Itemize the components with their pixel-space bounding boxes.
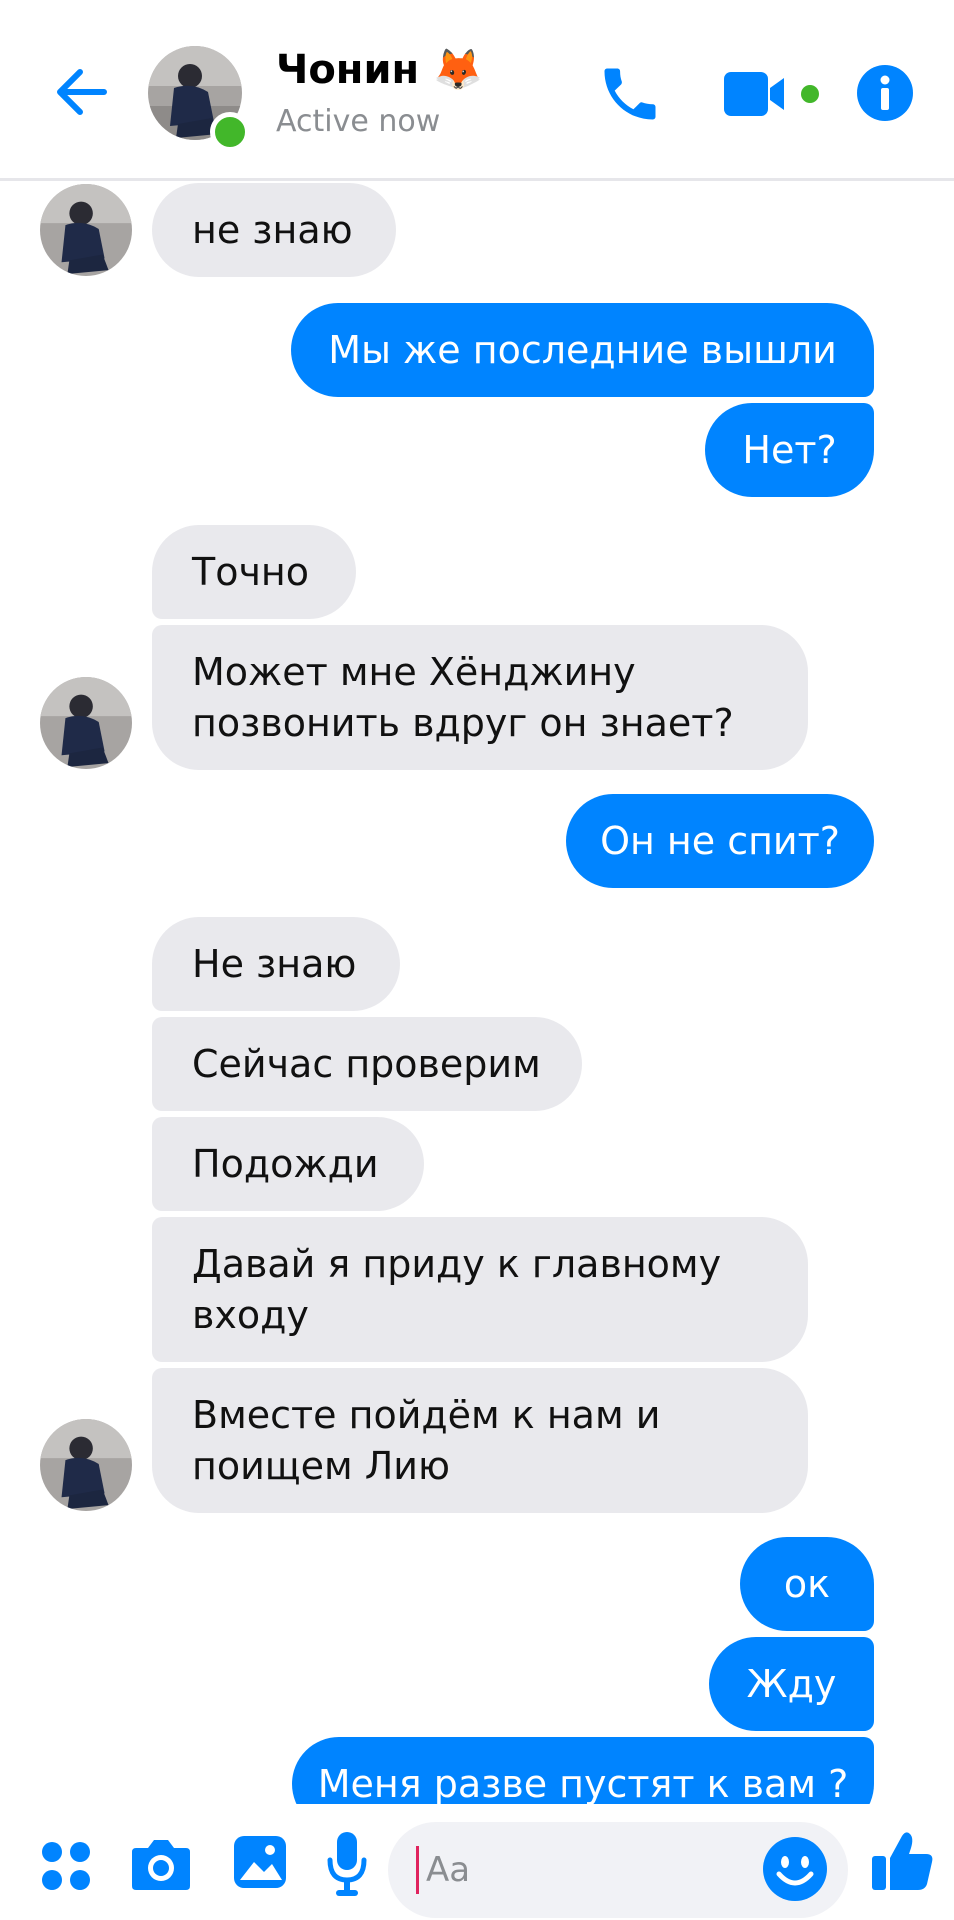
message-bubble-incoming[interactable]: Подожди [152,1117,424,1211]
microphone-icon [327,1832,367,1896]
message-bubble-outgoing[interactable]: Мы же последние вышли [291,303,874,397]
sender-avatar[interactable] [40,1419,132,1511]
more-actions-button[interactable] [40,1840,92,1892]
emoji-icon [763,1837,827,1901]
like-button[interactable] [870,1828,936,1894]
text-cursor [416,1846,419,1894]
message-bubble-incoming[interactable]: Может мне Хёнджину позвонить вдруг он зн… [152,625,808,770]
message-composer: Aa [0,1804,954,1920]
phone-icon [604,68,656,120]
thumbs-up-icon [872,1832,933,1890]
online-status-dot [210,112,250,152]
sender-avatar[interactable] [40,677,132,769]
message-line: Может мне Хёнджину [192,649,636,694]
contact-name[interactable]: Чонин 🦊 [276,46,483,93]
video-call-button[interactable] [722,66,826,122]
sender-avatar[interactable] [40,184,132,276]
camera-icon [132,1840,190,1890]
message-bubble-incoming[interactable]: не знаю [152,183,396,277]
info-icon [857,65,913,121]
message-bubble-incoming[interactable]: Не знаю [152,917,400,1011]
message-bubble-incoming[interactable]: Вместе пойдём к нам и поищем Лию [152,1368,808,1513]
gallery-button[interactable] [232,1834,288,1890]
message-bubble-outgoing[interactable]: Нет? [705,403,874,497]
conversation-info-button[interactable] [856,64,914,122]
message-bubble-incoming[interactable]: Сейчас проверим [152,1017,582,1111]
message-line: позвонить вдруг он знает? [192,700,734,745]
active-status: Active now [276,104,441,139]
message-input[interactable]: Aa [388,1822,848,1918]
grid-menu-icon [42,1842,90,1890]
back-button[interactable] [52,62,112,122]
message-bubble-outgoing[interactable]: Жду [709,1637,874,1731]
voice-message-button[interactable] [326,1830,368,1898]
gallery-icon [234,1836,286,1888]
message-line: Давай я приду к главному [192,1241,722,1286]
camera-button[interactable] [130,1836,192,1892]
message-thread[interactable]: не знаю Мы же последние вышли Нет? Точно… [0,181,954,1804]
message-bubble-incoming[interactable]: Давай я приду к главному входу [152,1217,808,1362]
message-bubble-outgoing[interactable]: ок [740,1537,874,1631]
message-line: Вместе пойдём к нам и [192,1392,661,1437]
voice-call-button[interactable] [596,60,664,128]
video-camera-icon [724,72,819,116]
message-line: входу [192,1292,309,1337]
message-bubble-outgoing[interactable]: Он не спит? [566,794,874,888]
emoji-button[interactable] [762,1836,828,1902]
message-bubble-incoming[interactable]: Точно [152,525,356,619]
message-bubble-outgoing[interactable]: Меня разве пустят к вам ? [292,1737,874,1804]
chat-header: Чонин 🦊 Active now [0,0,954,181]
arrow-left-icon [57,69,107,115]
message-line: поищем Лию [192,1443,450,1488]
message-input-placeholder: Aa [426,1850,471,1890]
